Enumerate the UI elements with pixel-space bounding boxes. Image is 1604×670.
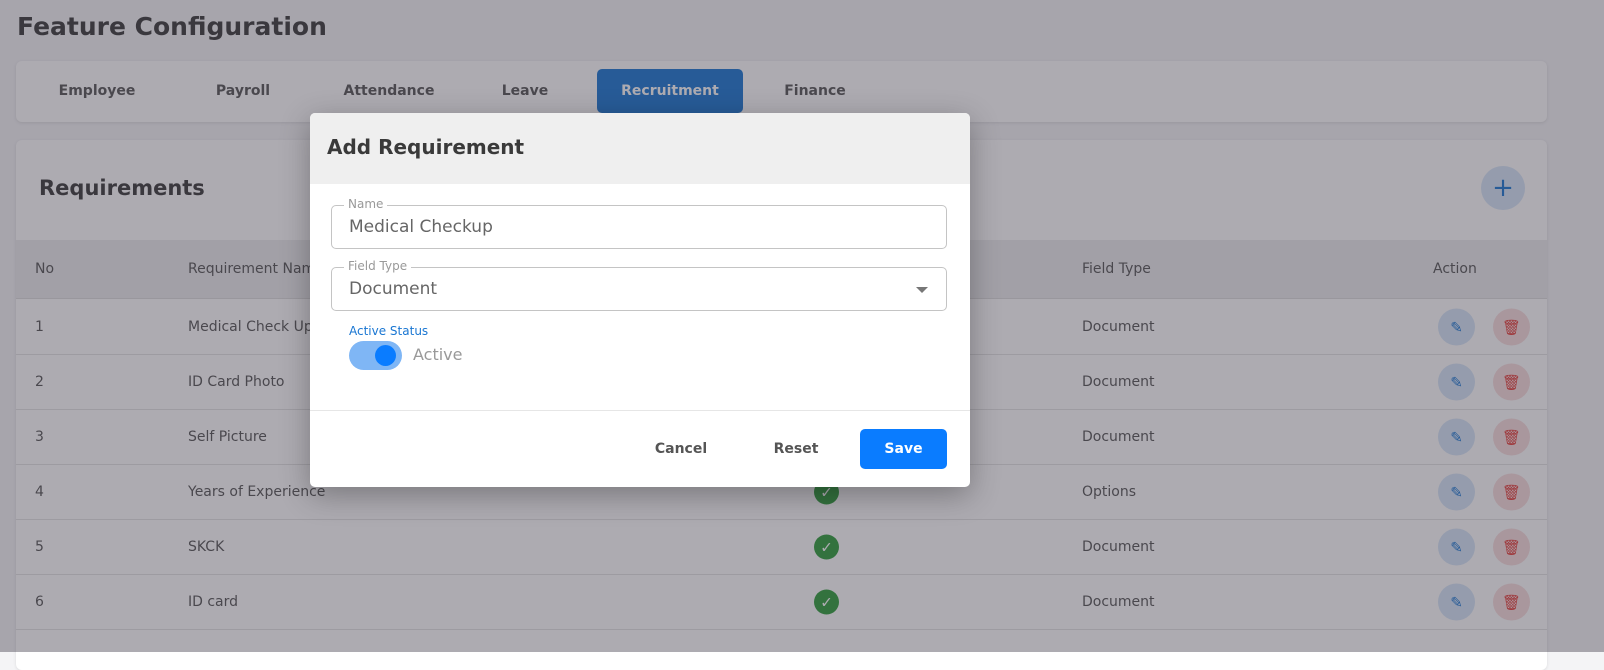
active-status-text: Active bbox=[413, 345, 463, 364]
cancel-button[interactable]: Cancel bbox=[635, 429, 727, 469]
save-button[interactable]: Save bbox=[860, 429, 947, 469]
toggle-knob bbox=[375, 345, 396, 366]
divider bbox=[310, 410, 970, 411]
active-status-toggle[interactable] bbox=[349, 341, 402, 370]
name-value: Medical Checkup bbox=[349, 217, 493, 237]
name-input[interactable]: Name Medical Checkup bbox=[331, 197, 947, 249]
field-type-select[interactable]: Field Type Document bbox=[331, 259, 947, 311]
add-requirement-dialog: Add Requirement Name Medical Checkup Fie… bbox=[310, 113, 970, 487]
name-label: Name bbox=[344, 197, 388, 211]
dialog-title: Add Requirement bbox=[310, 113, 970, 184]
field-type-label: Field Type bbox=[344, 259, 412, 273]
field-type-value: Document bbox=[349, 279, 438, 299]
caret-down-icon bbox=[916, 287, 928, 293]
active-status-label: Active Status bbox=[349, 324, 429, 338]
reset-button[interactable]: Reset bbox=[750, 429, 842, 469]
